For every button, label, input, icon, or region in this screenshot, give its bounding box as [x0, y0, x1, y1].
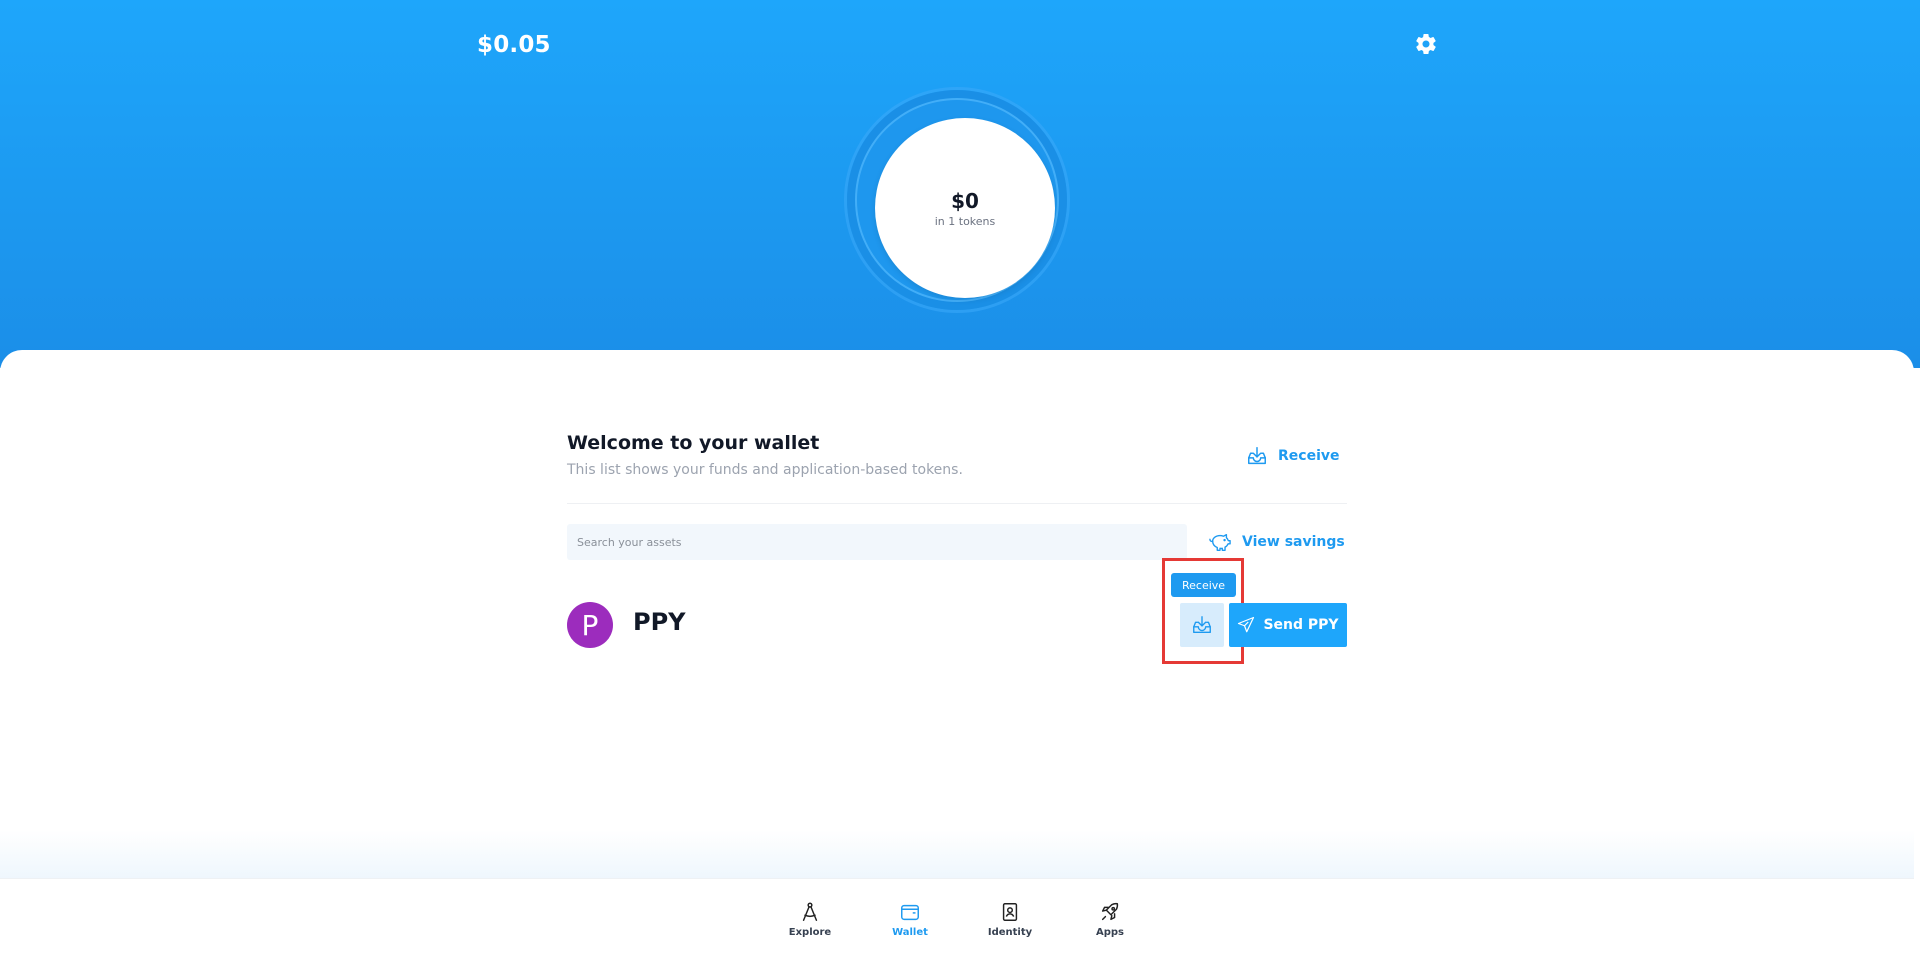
nav-label: Wallet	[892, 927, 928, 938]
compass-icon	[802, 902, 818, 921]
divider	[567, 503, 1347, 504]
nav-item-wallet[interactable]: Wallet	[870, 901, 950, 938]
nav-item-identity[interactable]: Identity	[970, 901, 1050, 938]
bottom-nav: Explore Wallet Identity Apps	[0, 878, 1914, 968]
inbox-download-icon	[1248, 447, 1266, 465]
rocket-icon	[1101, 902, 1119, 921]
piggy-bank-icon	[1209, 533, 1231, 551]
settings-button[interactable]	[1410, 28, 1442, 60]
token-avatar: P	[567, 602, 613, 648]
page-subtitle: This list shows your funds and applicati…	[567, 462, 963, 478]
id-card-icon	[1002, 903, 1018, 921]
view-savings-label: View savings	[1242, 534, 1345, 550]
paper-plane-icon	[1238, 616, 1255, 633]
nav-label: Explore	[788, 927, 832, 938]
inbox-download-icon	[1193, 616, 1211, 634]
balance-disc: $0 in 1 tokens	[875, 118, 1055, 298]
receive-button[interactable]: Receive	[1246, 445, 1340, 467]
wallet-panel	[0, 350, 1914, 880]
wallet-icon	[901, 904, 919, 921]
hero-balance: $0.05	[477, 32, 551, 58]
balance-ring: $0 in 1 tokens	[847, 90, 1067, 310]
nav-label: Apps	[1095, 927, 1124, 938]
token-receive-button[interactable]	[1180, 603, 1224, 647]
gear-icon	[1416, 34, 1436, 55]
total-value: $0	[951, 188, 979, 213]
page-title: Welcome to your wallet	[567, 432, 820, 454]
search-input[interactable]	[567, 524, 1187, 560]
token-symbol: PPY	[633, 608, 686, 636]
hero-header: $0.05 $0 in 1 tokens	[0, 0, 1920, 368]
send-token-button[interactable]: Send PPY	[1229, 603, 1347, 647]
receive-tooltip: Receive	[1171, 573, 1237, 597]
receive-label: Receive	[1278, 448, 1340, 464]
send-label: Send PPY	[1263, 617, 1339, 633]
token-count: in 1 tokens	[934, 214, 996, 228]
nav-item-apps[interactable]: Apps	[1070, 901, 1150, 938]
nav-item-explore[interactable]: Explore	[770, 901, 850, 938]
view-savings-button[interactable]: View savings	[1208, 531, 1345, 553]
nav-label: Identity	[987, 927, 1033, 938]
